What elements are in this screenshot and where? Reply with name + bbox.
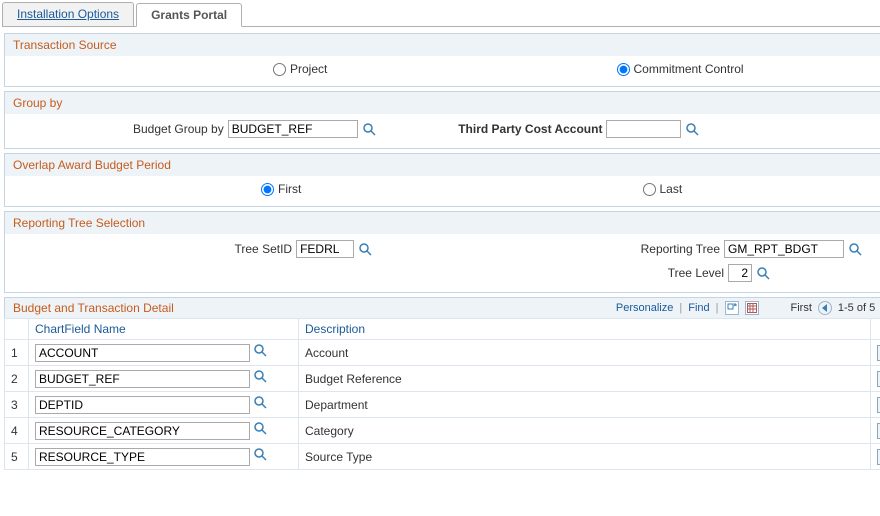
row-index: 5	[5, 444, 29, 470]
section-transaction-source: Transaction Source Project Commitment Co…	[4, 33, 880, 87]
link-find[interactable]: Find	[688, 302, 709, 314]
lookup-icon[interactable]	[362, 122, 376, 136]
row-index: 4	[5, 418, 29, 444]
section-reporting-tree: Reporting Tree Selection Tree SetID Repo…	[4, 211, 880, 293]
col-description[interactable]: Description	[299, 319, 871, 340]
section-title: Group by	[5, 92, 880, 114]
label-project: Project	[290, 62, 327, 76]
row-index: 1	[5, 340, 29, 366]
input-budget-group[interactable]	[228, 120, 358, 138]
cell-description: Account	[299, 340, 871, 366]
cell-description: Budget Reference	[299, 366, 871, 392]
radio-project[interactable]	[273, 63, 286, 76]
nav-prev-icon[interactable]	[818, 301, 832, 315]
label-last: Last	[660, 182, 683, 196]
lookup-icon[interactable]	[253, 369, 267, 383]
nav-first[interactable]: First	[791, 302, 812, 314]
input-tree-level[interactable]	[728, 264, 752, 282]
section-title: Reporting Tree Selection	[5, 212, 880, 234]
main-panel: Transaction Source Project Commitment Co…	[4, 33, 880, 470]
table-row: 3 Department	[5, 392, 880, 418]
section-title: Overlap Award Budget Period	[5, 154, 880, 176]
tab-grants-portal[interactable]: Grants Portal	[136, 3, 242, 27]
table-row: 1 Account	[5, 340, 880, 366]
radio-last[interactable]	[643, 183, 656, 196]
lookup-icon[interactable]	[253, 343, 267, 357]
tabs: Installation Options Grants Portal	[2, 2, 880, 27]
lookup-icon[interactable]	[253, 395, 267, 409]
input-chartfield[interactable]	[35, 422, 250, 440]
cell-description: Department	[299, 392, 871, 418]
tab-installation-options[interactable]: Installation Options	[2, 2, 134, 26]
section-overlap: Overlap Award Budget Period First Last	[4, 153, 880, 207]
lookup-icon[interactable]	[253, 421, 267, 435]
grid-icon[interactable]	[745, 301, 759, 315]
lookup-icon[interactable]	[756, 266, 770, 280]
lookup-icon[interactable]	[253, 447, 267, 461]
col-chartfield[interactable]: ChartField Name	[29, 319, 299, 340]
lookup-icon[interactable]	[358, 242, 372, 256]
input-third-party[interactable]	[606, 120, 681, 138]
row-index: 2	[5, 366, 29, 392]
label-first: First	[278, 182, 301, 196]
label-budget-group: Budget Group by	[133, 122, 224, 136]
input-reporting-tree[interactable]	[724, 240, 844, 258]
label-tree-setid: Tree SetID	[235, 242, 293, 256]
input-chartfield[interactable]	[35, 344, 250, 362]
nav-range: 1-5 of 5	[838, 302, 875, 314]
section-title: Transaction Source	[5, 34, 880, 56]
input-chartfield[interactable]	[35, 396, 250, 414]
lookup-icon[interactable]	[685, 122, 699, 136]
label-reporting-tree: Reporting Tree	[641, 242, 720, 256]
radio-first[interactable]	[261, 183, 274, 196]
table-row: 2 Budget Reference	[5, 366, 880, 392]
link-personalize[interactable]: Personalize	[616, 302, 673, 314]
row-index: 3	[5, 392, 29, 418]
table-row: 5 Source Type	[5, 444, 880, 470]
input-chartfield[interactable]	[35, 370, 250, 388]
cell-description: Category	[299, 418, 871, 444]
lookup-icon[interactable]	[848, 242, 862, 256]
grid-title: Budget and Transaction Detail	[13, 301, 174, 315]
input-chartfield[interactable]	[35, 448, 250, 466]
radio-commitment-control[interactable]	[617, 63, 630, 76]
zoom-icon[interactable]	[725, 301, 739, 315]
cell-description: Source Type	[299, 444, 871, 470]
grid-header: Budget and Transaction Detail Personaliz…	[4, 297, 880, 318]
table-row: 4 Category	[5, 418, 880, 444]
input-tree-setid[interactable]	[296, 240, 354, 258]
label-third-party: Third Party Cost Account	[458, 122, 602, 136]
section-group-by: Group by Budget Group by Third Party Cos…	[4, 91, 880, 149]
label-tree-level: Tree Level	[668, 266, 724, 280]
label-commitment-control: Commitment Control	[634, 62, 744, 76]
budget-detail-grid: ChartField Name Description 1 Account2 B…	[4, 318, 880, 470]
